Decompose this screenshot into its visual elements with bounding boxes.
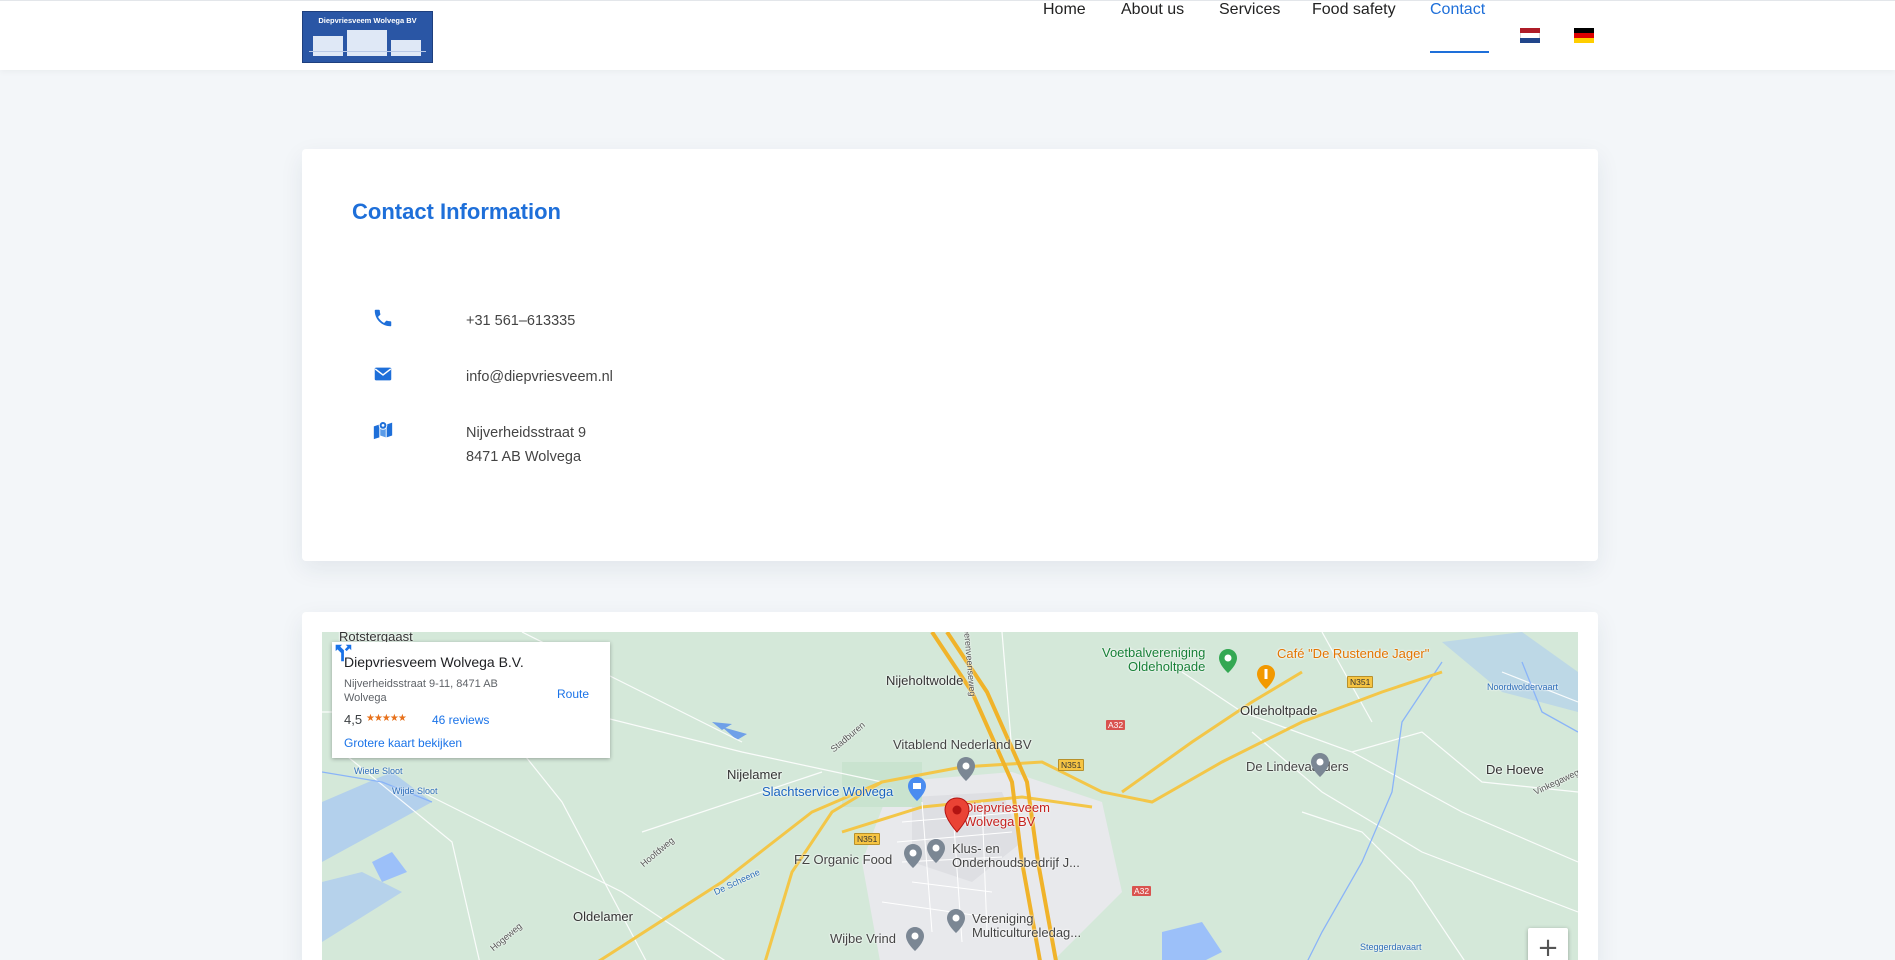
label-slachtservice: Slachtservice Wolvega	[762, 784, 894, 799]
label-oldeholtpade: Oldeholtpade	[1240, 703, 1318, 718]
label-klus-line2: Onderhoudsbedrijf J...	[952, 855, 1080, 870]
poi-pin-icon[interactable]	[905, 926, 925, 952]
place-rating: 4,5	[344, 712, 363, 727]
road-shield-n351: N351	[1347, 676, 1374, 688]
label-de-lindevaarders: De Lindevaarders	[1246, 759, 1349, 774]
road-shield-n351: N351	[854, 833, 881, 845]
contact-title: Contact Information	[352, 199, 561, 224]
label-steggerdavaart: Steggerdavaart	[1360, 942, 1422, 952]
label-vereniging-line2: Multicultureledag...	[972, 925, 1082, 940]
poi-pin-icon[interactable]	[956, 756, 976, 782]
label-marker-line1: Diepvriesveem	[964, 800, 1050, 815]
nav-food-safety[interactable]: Food safety	[1312, 1, 1396, 19]
nav-home[interactable]: Home	[1043, 1, 1086, 19]
email-address[interactable]: info@diepvriesveem.nl	[466, 365, 613, 389]
poi-pin-icon[interactable]	[903, 843, 923, 869]
contact-card: Contact Information +31 561–613335 info@…	[302, 149, 1598, 561]
label-voetbal: Voetbalvereniging Oldeholtpade	[1102, 646, 1205, 674]
nav-services[interactable]: Services	[1219, 1, 1280, 19]
place-name: Diepvriesveem Wolvega B.V.	[344, 654, 524, 670]
label-vereniging: Vereniging Multicultureledag...	[972, 912, 1081, 940]
label-vitablend: Vitablend Nederland BV	[893, 737, 1032, 752]
larger-map-link[interactable]: Grotere kaart bekijken	[344, 736, 462, 750]
route-link[interactable]: Route	[557, 687, 589, 701]
poi-pin-icon[interactable]	[1310, 752, 1330, 778]
label-de-hoeve: De Hoeve	[1486, 762, 1544, 777]
label-wiede-sloot: Wiede Sloot	[354, 766, 403, 776]
label-vereniging-line1: Vereniging	[972, 911, 1034, 926]
zoom-in-button[interactable]: +	[1528, 928, 1568, 960]
poi-pin-icon[interactable]	[926, 838, 946, 864]
directions-icon[interactable]	[332, 642, 354, 664]
road-shield-n351: N351	[1058, 759, 1085, 771]
nav-active-underline	[1430, 51, 1489, 53]
label-marker: Diepvriesveem Wolvega BV	[964, 801, 1050, 829]
label-wijde-sloot: Wijde Sloot	[392, 786, 438, 796]
nav-contact[interactable]: Contact	[1430, 1, 1485, 19]
place-address: Nijverheidsstraat 9-11, 8471 AB Wolvega	[344, 678, 498, 704]
label-oldelamer: Oldelamer	[573, 909, 633, 924]
label-klus-line1: Klus- en	[952, 841, 1000, 856]
germany-flag-icon[interactable]	[1574, 28, 1594, 43]
nav-about-us[interactable]: About us	[1121, 1, 1184, 19]
road-shield-a32: A32	[1132, 886, 1152, 896]
sports-pin-icon[interactable]	[1218, 648, 1238, 674]
label-wijbe: Wijbe Vrind	[830, 931, 896, 946]
location-marker-icon[interactable]	[944, 797, 970, 833]
label-marker-line2: Wolvega BV	[964, 814, 1036, 829]
netherlands-flag-icon[interactable]	[1520, 28, 1540, 43]
label-cafe: Café "De Rustende Jager"	[1277, 646, 1430, 661]
map-card: Rotstergaast Nijeholtwolde Nijelamer Old…	[302, 612, 1598, 960]
label-fz-organic: FZ Organic Food	[794, 852, 893, 867]
logo-divider	[309, 51, 426, 52]
google-map[interactable]: Rotstergaast Nijeholtwolde Nijelamer Old…	[322, 632, 1578, 960]
logo-building	[313, 36, 343, 56]
label-voetbal-line2: Oldeholtpade	[1128, 659, 1206, 674]
site-header: Diepvriesveem Wolvega BV Home About us S…	[0, 0, 1895, 70]
label-klus: Klus- en Onderhoudsbedrijf J...	[952, 842, 1080, 870]
envelope-icon	[374, 367, 392, 381]
phone-icon	[374, 309, 392, 327]
phone-number[interactable]: +31 561–613335	[466, 309, 575, 333]
label-nijeholtwolde: Nijeholtwolde	[886, 673, 964, 688]
place-info-box: Diepvriesveem Wolvega B.V. Nijverheidsst…	[332, 642, 610, 758]
logo-building	[391, 40, 421, 56]
address-text: Nijverheidsstraat 9 8471 AB Wolvega	[466, 421, 586, 469]
label-voetbal-line1: Voetbalvereniging	[1102, 645, 1206, 660]
logo-text: Diepvriesveem Wolvega BV	[318, 16, 417, 25]
reviews-link[interactable]: 46 reviews	[432, 713, 489, 727]
label-nijelamer: Nijelamer	[727, 767, 782, 782]
company-logo[interactable]: Diepvriesveem Wolvega BV	[302, 11, 433, 63]
road-shield-a32: A32	[1106, 720, 1126, 730]
label-noordwoldervaart: Noordwoldervaart	[1487, 682, 1559, 692]
address-line-2: 8471 AB Wolvega	[466, 449, 582, 465]
address-line-1: Nijverheidsstraat 9	[466, 425, 587, 441]
rating-stars-icon: ★★★★★	[366, 713, 407, 724]
shopping-pin-icon[interactable]	[907, 776, 927, 802]
logo-building	[347, 30, 387, 56]
map-location-icon	[373, 421, 393, 440]
restaurant-pin-icon[interactable]	[1256, 664, 1276, 690]
poi-pin-icon[interactable]	[946, 908, 966, 934]
